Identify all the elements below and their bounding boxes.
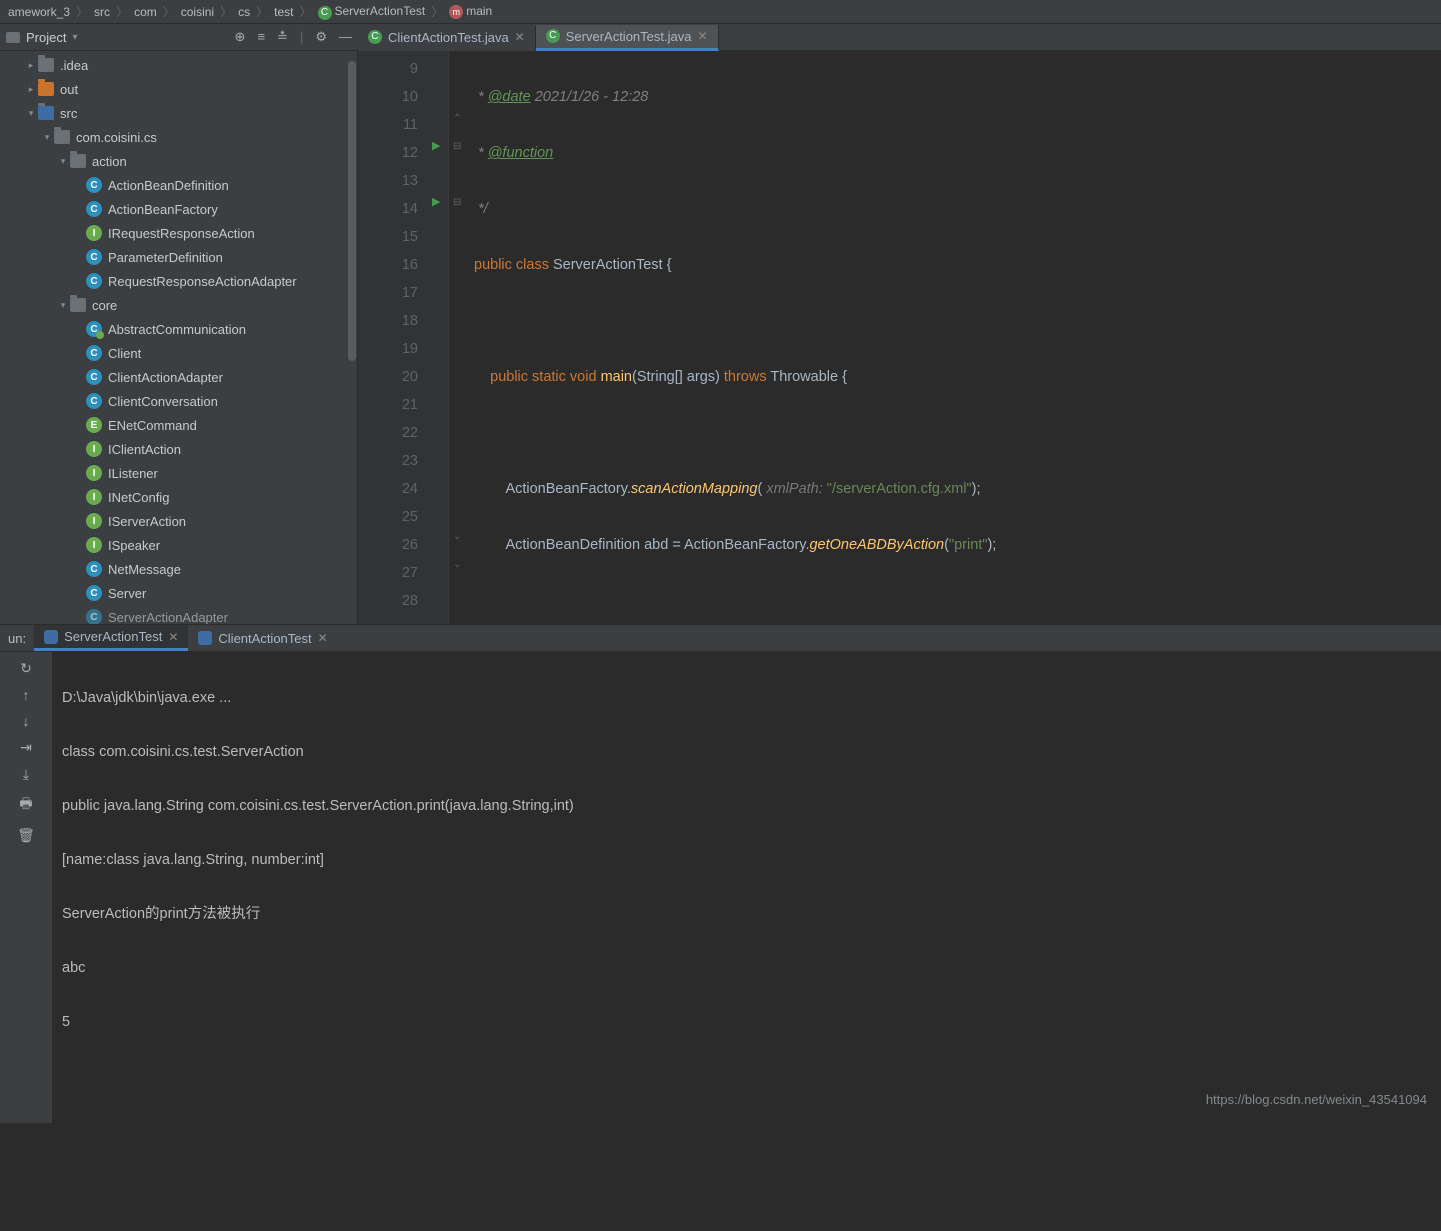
console-output[interactable]: D:\Java\jdk\bin\java.exe ... class com.c… xyxy=(52,652,1441,1123)
tree-class[interactable]: ▸CClientActionAdapter xyxy=(0,365,357,389)
close-icon[interactable]: ✕ xyxy=(168,630,178,644)
target-icon[interactable]: ⊕ xyxy=(235,29,246,45)
tree-class[interactable]: ▸CNetMessage xyxy=(0,557,357,581)
collapse-icon[interactable]: ≛ xyxy=(277,29,288,45)
project-tool-title[interactable]: Project ▾ xyxy=(6,30,78,45)
tool-row: Project ▾ ⊕ ≡ ≛ | ⚙ — C ClientActionTest… xyxy=(0,24,1441,51)
chevron-right-icon: 〉 xyxy=(220,3,232,20)
crumb-class[interactable]: CServerActionTest xyxy=(316,4,428,20)
application-icon xyxy=(44,630,58,644)
run-icon[interactable]: ▶ xyxy=(432,139,440,152)
crumb-method[interactable]: mmain xyxy=(447,4,494,19)
run-tool-window: un: ServerActionTest✕ ClientActionTest✕ … xyxy=(0,624,1441,884)
chevron-right-icon: 〉 xyxy=(431,3,443,20)
tree-interface[interactable]: ▸IINetConfig xyxy=(0,485,357,509)
tree-class[interactable]: ▸CClientConversation xyxy=(0,389,357,413)
tree-interface[interactable]: ▸IIRequestResponseAction xyxy=(0,221,357,245)
code-area[interactable]: * @date 2021/1/26 - 12:28 * @function */… xyxy=(466,51,1441,624)
tree-class[interactable]: ▸CRequestResponseActionAdapter xyxy=(0,269,357,293)
arrow-down-icon[interactable]: ↓ xyxy=(23,713,30,729)
run-side-toolbar: ↻ ↑ ↓ ⇥ ⤓ 🖶 🗑 xyxy=(0,652,52,1123)
crumb[interactable]: test xyxy=(272,5,295,19)
scroll-to-end-icon[interactable]: ⤓ xyxy=(23,766,29,783)
tree-folder-idea[interactable]: ▸.idea xyxy=(0,53,357,77)
chevron-right-icon: 〉 xyxy=(299,3,311,20)
tab-clientactiontest[interactable]: C ClientActionTest.java ✕ xyxy=(358,26,536,51)
class-icon: C xyxy=(546,29,560,43)
chevron-right-icon: 〉 xyxy=(163,3,175,20)
crumb[interactable]: coisini xyxy=(179,5,216,19)
close-icon[interactable]: ✕ xyxy=(697,29,707,43)
print-icon[interactable]: 🖶 xyxy=(19,793,32,817)
minimize-icon[interactable]: — xyxy=(339,29,352,45)
tree-interface[interactable]: ▸IIServerAction xyxy=(0,509,357,533)
tree-class[interactable]: ▸CActionBeanDefinition xyxy=(0,173,357,197)
soft-wrap-icon[interactable]: ⇥ xyxy=(20,739,32,756)
delete-icon[interactable]: 🗑 xyxy=(17,827,35,844)
tree-folder-core[interactable]: ▾core xyxy=(0,293,357,317)
chevron-right-icon: 〉 xyxy=(116,3,128,20)
tab-serveractiontest[interactable]: C ServerActionTest.java ✕ xyxy=(536,25,719,51)
method-icon: m xyxy=(449,5,463,19)
project-tree[interactable]: ▸.idea ▸out ▾src ▾com.coisini.cs ▾action… xyxy=(0,51,358,624)
tree-package[interactable]: ▾com.coisini.cs xyxy=(0,125,357,149)
tree-interface[interactable]: ▸IIListener xyxy=(0,461,357,485)
close-icon[interactable]: ✕ xyxy=(318,631,328,645)
tree-folder-out[interactable]: ▸out xyxy=(0,77,357,101)
tree-class[interactable]: ▸CAbstractCommunication xyxy=(0,317,357,341)
tree-folder-src[interactable]: ▾src xyxy=(0,101,357,125)
tree-folder-action[interactable]: ▾action xyxy=(0,149,357,173)
crumb[interactable]: src xyxy=(92,5,112,19)
tree-class[interactable]: ▸CParameterDefinition xyxy=(0,245,357,269)
tree-interface[interactable]: ▸IISpeaker xyxy=(0,533,357,557)
line-number-gutter: 910111213 1415161718 1920212223 24252627… xyxy=(358,51,430,624)
fold-gutter[interactable]: ⌃ ⊟ ⊟ ⌄ ⌄ xyxy=(448,51,466,624)
tab-label: ClientActionTest.java xyxy=(388,30,509,45)
tab-label: ServerActionTest.java xyxy=(566,29,692,44)
expand-icon[interactable]: ≡ xyxy=(257,29,265,45)
editor-tabs: C ClientActionTest.java ✕ C ServerAction… xyxy=(358,24,719,51)
class-icon: C xyxy=(318,6,332,20)
editor[interactable]: 910111213 1415161718 1920212223 24252627… xyxy=(358,51,1441,624)
tree-class[interactable]: ▸CActionBeanFactory xyxy=(0,197,357,221)
chevron-right-icon: 〉 xyxy=(256,3,268,20)
run-icon[interactable]: ▶ xyxy=(432,195,440,208)
crumb[interactable]: com xyxy=(132,5,159,19)
run-label: un: xyxy=(0,631,34,646)
tree-class[interactable]: ▸CServer xyxy=(0,581,357,605)
chevron-right-icon: 〉 xyxy=(76,3,88,20)
gear-icon[interactable]: ⚙ xyxy=(315,29,327,45)
run-tab-clientactiontest[interactable]: ClientActionTest✕ xyxy=(188,625,337,651)
rerun-icon[interactable]: ↻ xyxy=(20,660,32,677)
watermark: https://blog.csdn.net/weixin_43541094 xyxy=(1206,1086,1427,1113)
run-tab-serveractiontest[interactable]: ServerActionTest✕ xyxy=(34,625,188,651)
tree-enum[interactable]: ▸EENetCommand xyxy=(0,413,357,437)
tree-class[interactable]: ▸CServerActionAdapter xyxy=(0,605,357,624)
folder-icon xyxy=(6,32,20,43)
run-gutter[interactable]: ▶ ▶ xyxy=(430,51,448,624)
chevron-down-icon: ▾ xyxy=(72,32,77,43)
close-icon[interactable]: ✕ xyxy=(515,30,525,44)
tree-class[interactable]: ▸CClient xyxy=(0,341,357,365)
scrollbar[interactable] xyxy=(347,51,357,624)
breadcrumb: amework_3 〉 src 〉 com 〉 coisini 〉 cs 〉 t… xyxy=(0,0,1441,24)
arrow-up-icon[interactable]: ↑ xyxy=(23,687,30,703)
crumb[interactable]: cs xyxy=(236,5,252,19)
class-icon: C xyxy=(368,30,382,44)
application-icon xyxy=(198,631,212,645)
crumb[interactable]: amework_3 xyxy=(6,5,72,19)
tree-interface[interactable]: ▸IIClientAction xyxy=(0,437,357,461)
